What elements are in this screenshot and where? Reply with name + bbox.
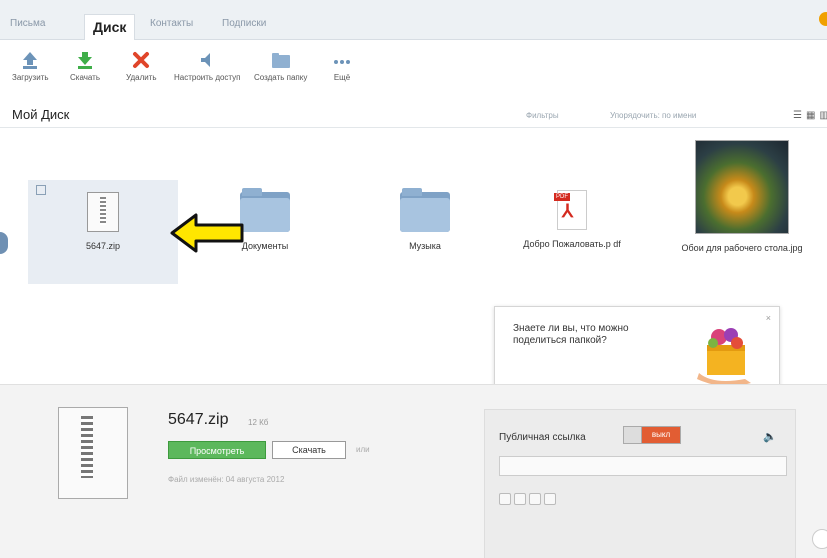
access-settings-button[interactable]: Настроить доступ — [174, 50, 241, 82]
top-tabs-bar: Письма Диск Контакты Подписки — [0, 0, 827, 43]
new-folder-button[interactable]: Создать папку — [254, 50, 307, 82]
external-link-icon[interactable] — [36, 185, 46, 195]
file-item-wallpaper[interactable]: Обои для рабочего стола.jpg — [672, 140, 812, 254]
download-icon — [78, 52, 92, 69]
speaker-icon — [201, 53, 211, 67]
share-icon[interactable] — [499, 493, 511, 505]
notification-dot — [819, 12, 827, 26]
public-link-box: Публичная ссылка выкл 🔈 — [484, 409, 796, 558]
gift-box-icon — [697, 328, 751, 387]
folder-icon — [400, 188, 450, 232]
file-details-panel: 5647.zip 12 Кб Просмотреть Скачать или Ф… — [0, 384, 827, 558]
public-url-field[interactable] — [499, 456, 787, 476]
share-icon[interactable] — [514, 493, 526, 505]
toggle-state: выкл — [642, 427, 680, 443]
public-link-label: Публичная ссылка — [499, 432, 586, 443]
file-item-zip[interactable]: 5647.zip — [28, 180, 178, 284]
access-settings-label: Настроить доступ — [174, 73, 241, 82]
download-label: Скачать — [70, 73, 100, 82]
file-item-pdf[interactable]: PDF ⅄ Добро Пожаловать.p df — [508, 190, 636, 250]
toggle-knob — [624, 427, 642, 443]
folder-icon — [240, 188, 290, 232]
zip-icon — [58, 407, 128, 499]
more-button[interactable]: Ещё — [332, 50, 352, 82]
zip-icon — [87, 192, 119, 232]
tab-disk[interactable]: Диск — [84, 14, 136, 43]
header-row: Мой Диск Фильтры Упорядочить: по имени ☰… — [0, 104, 827, 128]
modified-date: Файл изменён: 04 августа 2012 — [168, 475, 285, 484]
image-thumbnail — [695, 140, 789, 234]
sort-link[interactable]: Упорядочить: по имени — [610, 111, 696, 120]
pointer-arrow-icon — [170, 213, 244, 253]
more-label: Ещё — [333, 73, 351, 82]
filters-link[interactable]: Фильтры — [526, 111, 559, 120]
scroll-circle-icon[interactable] — [812, 529, 827, 549]
file-item-music[interactable]: Музыка — [370, 188, 480, 252]
tab-subscriptions[interactable]: Подписки — [222, 18, 266, 29]
sidebar-toggle-handle[interactable] — [0, 232, 8, 254]
speaker-icon[interactable]: 🔈 — [763, 430, 777, 443]
toolbar: Загрузить Скачать Удалить Настроить дост… — [0, 40, 827, 104]
new-folder-label: Создать папку — [254, 73, 308, 82]
file-name: Обои для рабочего стола.jpg — [681, 243, 803, 253]
share-icon[interactable] — [544, 493, 556, 505]
delete-icon — [133, 52, 150, 68]
upload-label: Загрузить — [12, 73, 49, 82]
public-link-toggle[interactable]: выкл — [623, 426, 681, 444]
share-icon[interactable] — [529, 493, 541, 505]
tab-contacts[interactable]: Контакты — [150, 18, 193, 29]
upload-icon — [23, 52, 38, 69]
upload-button[interactable]: Загрузить — [12, 50, 49, 82]
file-name: 5647.zip — [85, 241, 121, 251]
share-tip-popup: Знаете ли вы, что можно поделиться папко… — [494, 306, 780, 394]
delete-label: Удалить — [126, 73, 157, 82]
details-file-size: 12 Кб — [248, 418, 269, 427]
social-share-icons — [499, 492, 559, 510]
view-button[interactable]: Просмотреть — [168, 441, 266, 459]
more-dots-icon — [334, 60, 350, 64]
new-folder-icon — [271, 53, 290, 68]
view-mode-icons[interactable]: ☰▦▥ — [793, 110, 827, 121]
download-button[interactable]: Скачать — [70, 50, 100, 82]
download-file-button[interactable]: Скачать — [272, 441, 346, 459]
close-icon[interactable]: × — [766, 313, 771, 323]
pdf-icon: PDF ⅄ — [554, 190, 587, 230]
tab-mail[interactable]: Письма — [10, 18, 45, 29]
file-name: Музыка — [409, 241, 441, 251]
delete-button[interactable]: Удалить — [126, 50, 157, 82]
or-separator: или — [356, 445, 370, 454]
tip-text: Знаете ли вы, что можно поделиться папко… — [513, 323, 629, 346]
file-name: Добро Пожаловать.p df — [523, 239, 621, 249]
page-title: Мой Диск — [12, 107, 70, 122]
details-file-name: 5647.zip — [168, 411, 229, 428]
